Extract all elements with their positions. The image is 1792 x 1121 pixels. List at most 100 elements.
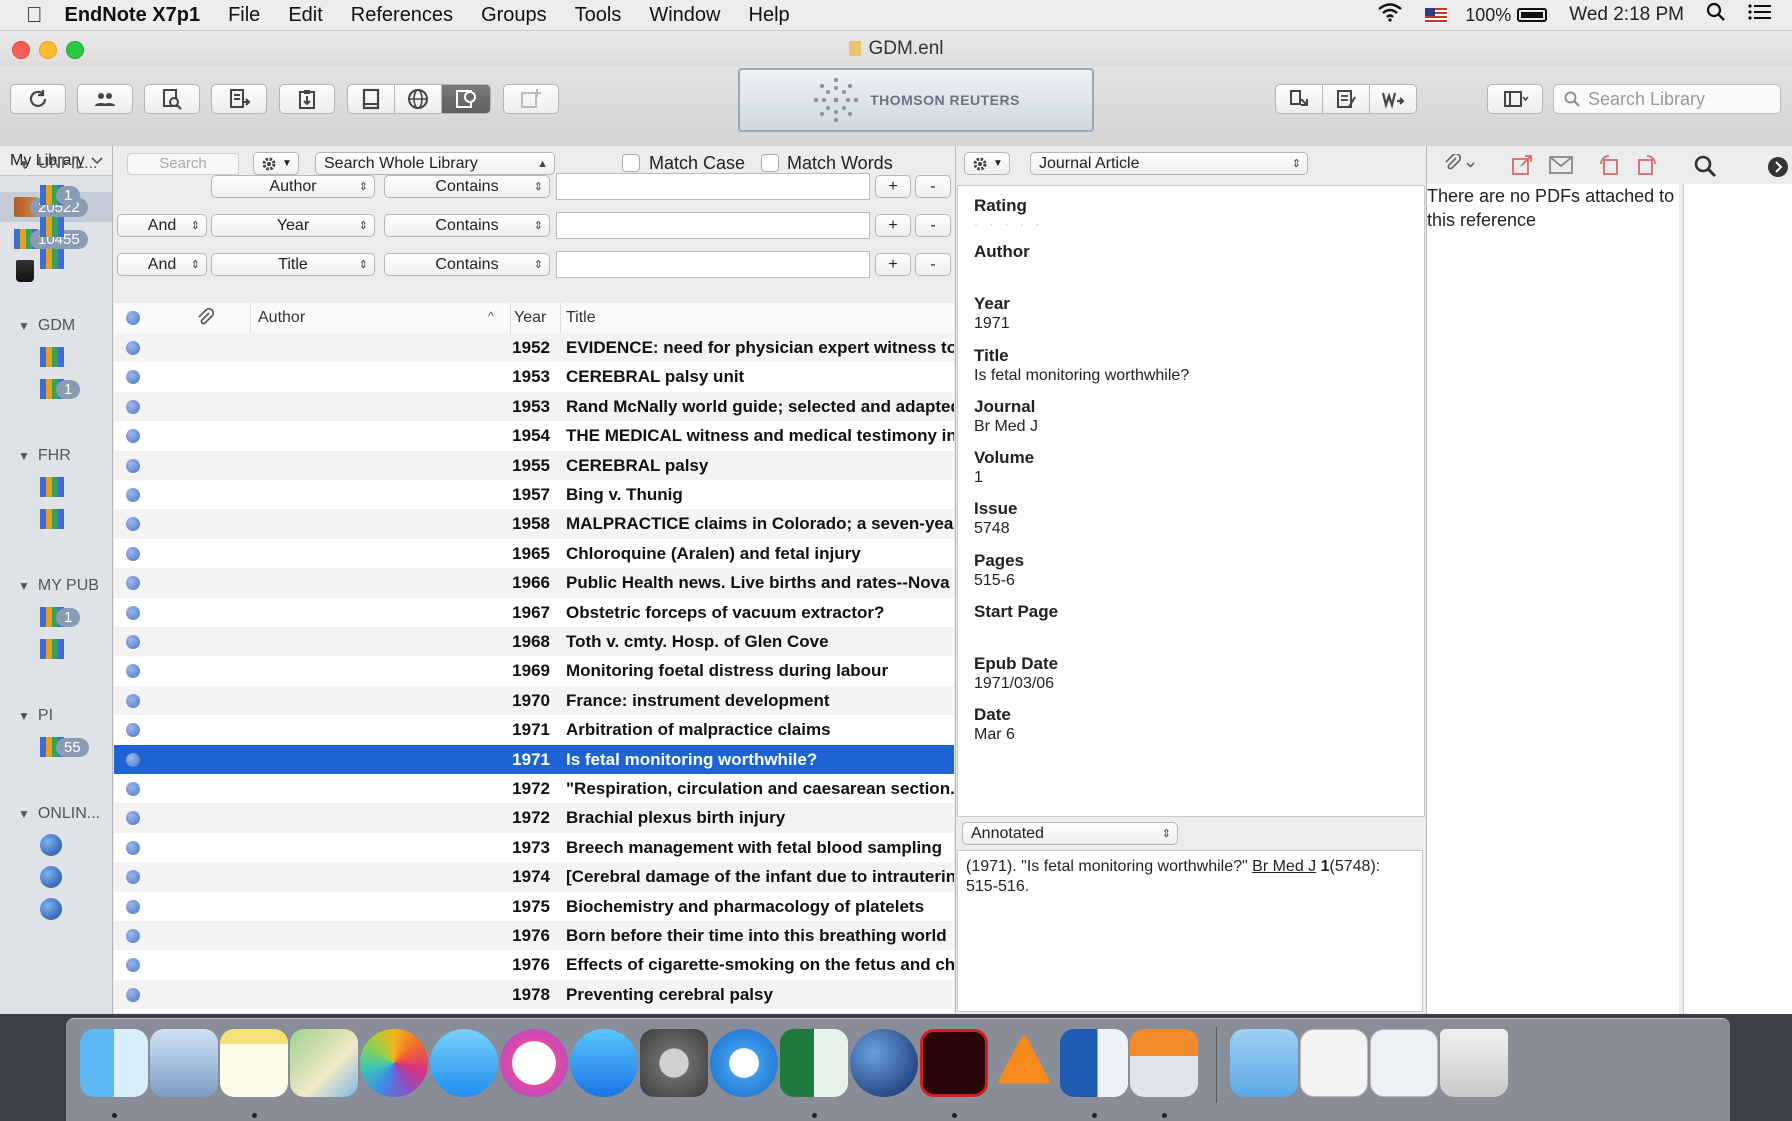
table-row[interactable]: 1968 Toth v. cmty. Hosp. of Glen Cove (114, 627, 954, 657)
expand-panel-icon[interactable] (1767, 156, 1789, 183)
screenshot-stack-icon[interactable] (1370, 1029, 1438, 1097)
notification-center-icon[interactable] (1748, 3, 1772, 27)
match-words-checkbox[interactable] (761, 154, 779, 172)
flag-icon[interactable] (1425, 7, 1448, 23)
year-column-header[interactable]: Year (514, 309, 546, 327)
system-preferences-icon[interactable] (640, 1029, 708, 1097)
open-pdf-icon[interactable] (1511, 154, 1535, 181)
title-column-header[interactable]: Title (566, 309, 596, 327)
table-row[interactable]: 1952 EVIDENCE: need for physician expert … (114, 333, 954, 363)
battery-icon[interactable] (1517, 8, 1548, 22)
table-row[interactable]: 1975 Biochemistry and pharmacology of pla… (114, 892, 954, 921)
rating-stars[interactable]: · · · · · (974, 217, 1043, 231)
disclosure-triangle-icon[interactable]: ▼ (18, 579, 30, 593)
group-item[interactable] (40, 474, 64, 500)
group-item[interactable]: 1 (40, 376, 81, 402)
search-operator-select[interactable]: Contains ⇕ (384, 214, 550, 237)
table-row[interactable]: 1958 MALPRACTICE claims in Colorado; a se… (114, 509, 954, 539)
format-bibliography-button[interactable] (1322, 84, 1370, 114)
read-status-icon[interactable] (126, 840, 140, 855)
sync-button[interactable] (10, 84, 66, 114)
reference-options-menu[interactable]: ▼ (964, 152, 1010, 175)
menu-references[interactable]: References (351, 4, 453, 27)
messages-icon[interactable] (430, 1029, 498, 1097)
table-row[interactable]: 1957 Bing v. Thunig (114, 480, 954, 509)
read-status-icon[interactable] (126, 517, 140, 532)
table-row[interactable]: 1972 Brachial plexus birth injury (114, 803, 954, 833)
table-row[interactable]: 1978 Preventing cerebral palsy (114, 979, 954, 1010)
table-row[interactable]: 1974 [Cerebral damage of the infant due t… (114, 862, 954, 892)
import-button[interactable] (279, 84, 335, 114)
read-status-icon[interactable] (126, 341, 140, 355)
attachment-column-icon[interactable] (196, 307, 216, 333)
read-status-icon[interactable] (126, 693, 140, 708)
new-group-button[interactable] (503, 84, 559, 114)
attach-file-icon[interactable] (1443, 152, 1477, 181)
group-set-header[interactable]: ▼ PI (0, 704, 112, 728)
read-status-icon[interactable] (126, 399, 140, 414)
trash-icon[interactable] (16, 260, 34, 282)
rotate-left-icon[interactable] (1597, 154, 1621, 181)
group-set-header[interactable]: ▼ UNFIL... (0, 152, 112, 176)
menu-groups[interactable]: Groups (481, 4, 547, 27)
table-row[interactable]: 1976 Born before their time into this bre… (114, 921, 954, 951)
table-row[interactable]: 1972 "Respiration, circulation and caesar… (114, 774, 954, 803)
downloads-folder-icon[interactable] (1230, 1029, 1298, 1097)
read-status-icon[interactable] (126, 429, 140, 444)
table-row[interactable]: 1969 Monitoring foetal distress during la… (114, 656, 954, 685)
export-button[interactable] (211, 84, 267, 114)
photos-icon[interactable] (360, 1029, 428, 1097)
online-search-mode-button[interactable] (394, 84, 442, 114)
group-item[interactable]: 1 (40, 604, 81, 630)
network-globe-icon[interactable] (850, 1029, 918, 1097)
share-group-button[interactable] (77, 84, 133, 114)
spotlight-icon[interactable] (1706, 2, 1726, 28)
group-item[interactable] (40, 344, 64, 370)
read-status-icon[interactable] (126, 488, 140, 502)
table-row[interactable]: 1971 Arbitration of malpractice claims (114, 715, 954, 744)
word-icon[interactable] (1060, 1029, 1128, 1097)
disclosure-triangle-icon[interactable]: ▼ (18, 157, 30, 171)
read-status-icon[interactable] (126, 576, 140, 591)
find-in-pdf-icon[interactable] (1693, 154, 1717, 183)
integrated-library-mode-button[interactable] (441, 84, 491, 114)
group-set-header[interactable]: ▼ GDM (0, 314, 112, 338)
table-row[interactable]: 1966 Public Health news. Live births and … (114, 568, 954, 598)
menu-tools[interactable]: Tools (575, 4, 622, 27)
search-field-select[interactable]: Author ⇕ (211, 175, 375, 198)
excel-icon[interactable] (780, 1029, 848, 1097)
table-row[interactable]: 1970 France: instrument development (114, 685, 954, 716)
read-status-icon[interactable] (126, 811, 140, 826)
menu-help[interactable]: Help (749, 4, 790, 27)
read-status-icon[interactable] (126, 929, 140, 943)
finder-icon[interactable] (80, 1029, 148, 1097)
quick-search-field[interactable]: Search (127, 153, 239, 175)
group-item[interactable]: 1 (40, 182, 81, 208)
itunes-icon[interactable] (500, 1029, 568, 1097)
cite-while-you-write-button[interactable] (1275, 84, 1323, 114)
search-value-input[interactable] (556, 251, 870, 278)
read-status-icon[interactable] (126, 370, 140, 385)
read-status-icon[interactable] (126, 752, 140, 767)
group-set-header[interactable]: ▼ FHR (0, 444, 112, 468)
field-value[interactable]: Is fetal monitoring worthwhile? (974, 367, 1189, 385)
read-status-icon[interactable] (126, 782, 140, 796)
search-scope-select[interactable]: Search Whole Library ▲ (315, 152, 555, 175)
table-row-selected[interactable]: 1971 Is fetal monitoring worthwhile? (114, 744, 954, 774)
search-value-input[interactable] (556, 212, 870, 239)
email-pdf-icon[interactable] (1549, 156, 1573, 179)
add-search-row-button[interactable]: + (875, 175, 911, 198)
search-library-field[interactable]: Search Library (1553, 84, 1781, 114)
field-value[interactable]: 5748 (974, 520, 1010, 538)
acrobat-icon[interactable] (920, 1029, 988, 1097)
thomson-reuters-banner[interactable]: THOMSON REUTERS (738, 68, 1094, 132)
local-library-mode-button[interactable] (347, 84, 395, 114)
clock[interactable]: Wed 2:18 PM (1569, 4, 1684, 26)
group-item[interactable] (40, 214, 64, 240)
add-search-row-button[interactable]: + (875, 214, 911, 237)
read-status-icon[interactable] (126, 664, 140, 679)
read-status-icon[interactable] (126, 605, 140, 620)
field-value[interactable]: 1 (974, 469, 983, 487)
table-row[interactable]: 1976 Effects of cigarette-smoking on the … (114, 950, 954, 979)
table-row[interactable]: 1973 Breech management with fetal blood s… (114, 833, 954, 862)
